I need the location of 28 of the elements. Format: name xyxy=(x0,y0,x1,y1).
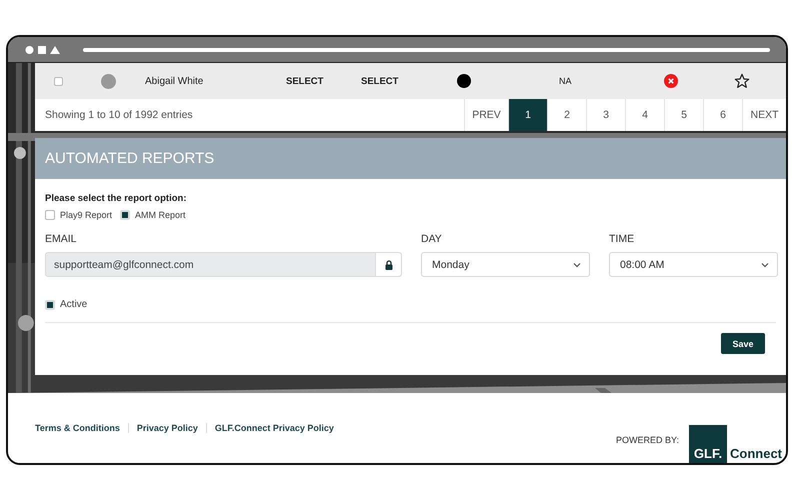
option-label: Play9 Report xyxy=(60,210,112,220)
report-option[interactable]: AMM Report xyxy=(120,210,186,220)
option-label: Active xyxy=(60,299,88,310)
active-option[interactable]: Active xyxy=(45,299,776,310)
footer-link[interactable]: Terms & Conditions xyxy=(35,422,120,432)
table-row[interactable]: Abigail White SELECT SELECT NA xyxy=(35,63,786,99)
table-cell: Abigail White xyxy=(145,76,204,86)
logo-word: Connect xyxy=(730,446,782,461)
table-cell: SELECT xyxy=(361,76,398,86)
report-option[interactable]: Play9 Report xyxy=(45,210,112,220)
field-label: DAY xyxy=(421,233,443,245)
footer-link[interactable]: Privacy Policy xyxy=(136,422,198,432)
powered-by-text: POWERED BY: xyxy=(616,435,679,445)
email-field[interactable]: supportteam@glfconnect.com xyxy=(45,252,402,277)
page-button[interactable]: 1 xyxy=(508,99,547,131)
time-select[interactable]: 08:00 AM xyxy=(609,252,778,277)
field-label: TIME xyxy=(609,233,636,245)
entries-summary: Showing 1 to 10 of 1992 entries xyxy=(45,109,193,121)
prompt-text: Please select the report option: xyxy=(45,193,188,204)
section-title: AUTOMATED REPORTS xyxy=(45,150,214,167)
table-cell: NA xyxy=(559,76,572,86)
table-cell: SELECT xyxy=(286,76,324,86)
field-label: EMAIL xyxy=(45,233,78,245)
option-label: AMM Report xyxy=(135,210,186,220)
footer-link[interactable]: GLF.Connect Privacy Policy xyxy=(214,422,334,432)
logo-mark: GLF. xyxy=(689,425,727,463)
day-select[interactable]: Monday xyxy=(421,252,590,277)
save-button[interactable]: Save xyxy=(721,333,765,354)
